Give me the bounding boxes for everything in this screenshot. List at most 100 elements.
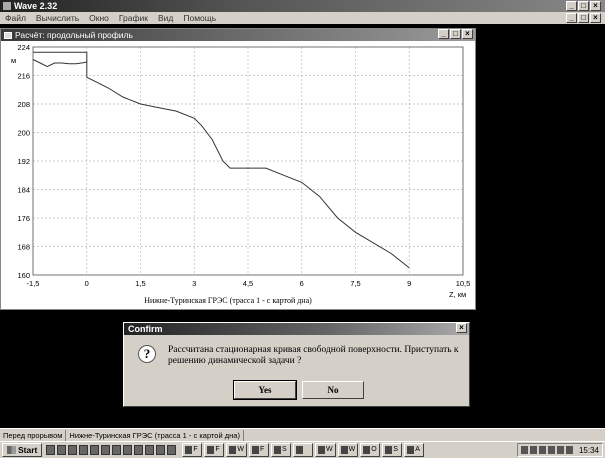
- menu-file[interactable]: Файл: [3, 13, 28, 23]
- task-button[interactable]: S: [270, 443, 291, 457]
- question-icon: ?: [138, 345, 156, 363]
- task-button[interactable]: S: [382, 443, 403, 457]
- task-button[interactable]: F: [204, 443, 225, 457]
- no-button[interactable]: No: [302, 381, 364, 399]
- task-icon: [273, 446, 281, 454]
- status-object: Нижне-Туринская ГРЭС (трасса 1 - с карто…: [66, 429, 244, 441]
- x-tick-label: 4,5: [243, 279, 253, 288]
- y-tick-label: 184: [17, 186, 30, 195]
- x-tick-label: 6: [300, 279, 304, 288]
- menu-help[interactable]: Помощь: [181, 13, 218, 23]
- menu-window[interactable]: Окно: [87, 13, 111, 23]
- task-icon: [229, 446, 237, 454]
- task-button[interactable]: [292, 443, 313, 457]
- tray-icon[interactable]: [556, 446, 564, 454]
- y-tick-label: 200: [17, 129, 30, 138]
- quicklaunch-icon[interactable]: [167, 445, 177, 455]
- profile-window: Расчёт: продольный профиль _ □ × -1,5 0 1,…: [0, 28, 476, 310]
- taskbar: Start F F W F S W W O S A 15:34: [0, 441, 605, 458]
- task-list: F F W F S W W O S A: [182, 443, 425, 457]
- quick-launch: [46, 445, 177, 455]
- task-icon: [407, 446, 415, 454]
- dialog-close-button[interactable]: ×: [456, 323, 467, 333]
- menu-view[interactable]: Вид: [156, 13, 175, 23]
- start-button[interactable]: Start: [2, 443, 43, 457]
- task-icon: [251, 446, 259, 454]
- tray-icon[interactable]: [565, 446, 573, 454]
- y-tick-label: 160: [17, 271, 30, 280]
- task-icon: [207, 446, 215, 454]
- quicklaunch-icon[interactable]: [46, 445, 56, 455]
- task-label: S: [393, 446, 398, 453]
- mdi-close-button[interactable]: ×: [590, 13, 601, 23]
- mdi-restore-button[interactable]: □: [578, 13, 589, 23]
- quicklaunch-icon[interactable]: [134, 445, 144, 455]
- x-axis-unit: Z, км: [449, 290, 466, 299]
- y-tick-label: 176: [17, 214, 30, 223]
- app-window: Wave 2.32 _ □ × Файл Вычислить Окно Граф…: [0, 0, 605, 428]
- quicklaunch-icon[interactable]: [79, 445, 89, 455]
- profile-window-titlebar[interactable]: Расчёт: продольный профиль _ □ ×: [1, 29, 475, 41]
- x-tick-label: 0: [85, 279, 89, 288]
- profile-chart: -1,5 0 1,5 3 4,5 6 7,5 9 10,5 160 168 176 184 192 200 2…: [11, 43, 470, 305]
- child-close-button[interactable]: ×: [462, 29, 473, 39]
- y-tick-label: 216: [17, 72, 30, 81]
- clock[interactable]: 15:34: [579, 446, 599, 455]
- task-button[interactable]: F: [248, 443, 269, 457]
- task-button[interactable]: O: [360, 443, 381, 457]
- x-tick-label: 9: [407, 279, 411, 288]
- x-tick-label: 7,5: [350, 279, 360, 288]
- status-mode: Перед прорывом: [0, 429, 67, 441]
- quicklaunch-icon[interactable]: [123, 445, 133, 455]
- task-icon: [340, 446, 348, 454]
- app-restore-button[interactable]: □: [578, 1, 589, 11]
- task-button[interactable]: A: [404, 443, 425, 457]
- confirm-dialog-titlebar[interactable]: Confirm ×: [124, 323, 469, 335]
- task-label: W: [237, 446, 244, 453]
- quicklaunch-icon[interactable]: [156, 445, 166, 455]
- yes-button[interactable]: Yes: [233, 380, 297, 400]
- tray-icon[interactable]: [520, 446, 528, 454]
- quicklaunch-icon[interactable]: [90, 445, 100, 455]
- app-title: Wave 2.32: [14, 1, 58, 11]
- task-label: A: [415, 446, 420, 453]
- windows-flag-icon: [7, 446, 16, 454]
- mdi-minimize-button[interactable]: _: [566, 13, 577, 23]
- profile-window-title: Расчёт: продольный профиль: [15, 30, 133, 40]
- y-tick-label: 208: [17, 100, 30, 109]
- tray-icon[interactable]: [547, 446, 555, 454]
- chart-area: -1,5 0 1,5 3 4,5 6 7,5 9 10,5 160 168 176 184 192 200 2…: [1, 41, 475, 309]
- task-label: W: [348, 446, 356, 453]
- child-restore-button[interactable]: □: [450, 29, 461, 39]
- task-button[interactable]: F: [182, 443, 203, 457]
- quicklaunch-icon[interactable]: [145, 445, 155, 455]
- start-label: Start: [18, 445, 38, 455]
- x-tick-label: 1,5: [135, 279, 145, 288]
- task-label: W: [325, 446, 333, 453]
- quicklaunch-icon[interactable]: [57, 445, 67, 455]
- confirm-dialog: Confirm × ? Рассчитана стационарная крив…: [123, 322, 470, 407]
- x-tick-label: -1,5: [27, 279, 40, 288]
- child-minimize-button[interactable]: _: [438, 29, 449, 39]
- task-button[interactable]: W: [314, 443, 336, 457]
- quicklaunch-icon[interactable]: [112, 445, 122, 455]
- app-titlebar[interactable]: Wave 2.32 _ □ ×: [0, 0, 605, 12]
- task-icon: [363, 446, 371, 454]
- menu-compute[interactable]: Вычислить: [34, 13, 81, 23]
- y-tick-label: 224: [17, 43, 30, 52]
- confirm-dialog-title: Confirm: [128, 324, 163, 334]
- quicklaunch-icon[interactable]: [101, 445, 111, 455]
- app-close-button[interactable]: ×: [590, 1, 601, 11]
- tray-icon[interactable]: [529, 446, 537, 454]
- menu-chart[interactable]: График: [117, 13, 150, 23]
- quicklaunch-icon[interactable]: [68, 445, 78, 455]
- task-button[interactable]: W: [226, 443, 247, 457]
- tray-icon[interactable]: [538, 446, 546, 454]
- task-icon: [317, 446, 325, 454]
- app-minimize-button[interactable]: _: [566, 1, 577, 11]
- task-button[interactable]: W: [337, 443, 359, 457]
- task-label: F: [259, 446, 265, 453]
- task-label: O: [371, 446, 377, 453]
- system-tray: 15:34: [516, 443, 603, 457]
- y-axis-label: м: [11, 56, 16, 65]
